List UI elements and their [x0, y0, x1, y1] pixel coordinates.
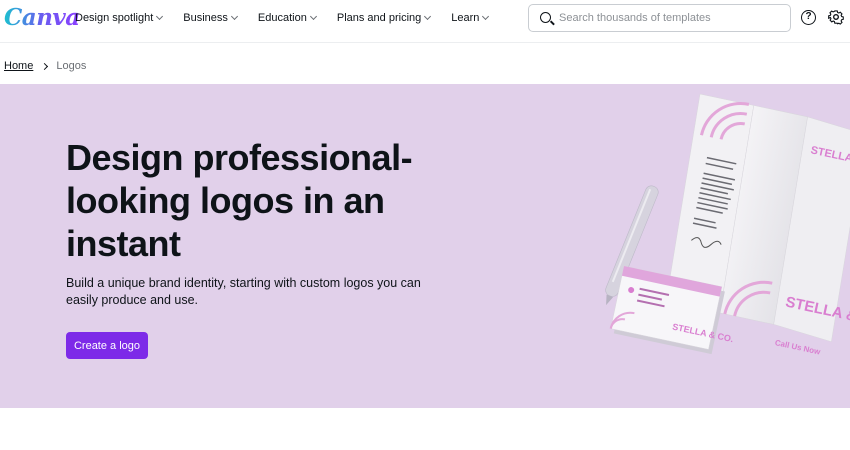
- chevron-down-icon: [482, 12, 490, 21]
- breadcrumb: Home Logos: [4, 60, 86, 72]
- nav-business[interactable]: Business: [183, 12, 238, 24]
- chevron-down-icon: [230, 12, 238, 21]
- hero-subtitle: Build a unique brand identity, starting …: [66, 276, 421, 307]
- brochure-call-text: Call Us Now: [774, 338, 822, 357]
- nav-label: Business: [183, 12, 228, 24]
- help-icon[interactable]: ?: [801, 10, 816, 25]
- main-nav: Design spotlight Business Education Plan…: [75, 0, 509, 36]
- search-input[interactable]: [559, 9, 784, 27]
- chevron-right-icon: [41, 62, 49, 70]
- search-box: [528, 4, 791, 32]
- nav-label: Education: [257, 12, 307, 24]
- chevron-down-icon: [156, 12, 164, 21]
- search-icon: [540, 12, 551, 23]
- nav-label: Plans and pricing: [336, 12, 422, 24]
- create-logo-button[interactable]: Create a logo: [66, 332, 148, 359]
- canva-logo[interactable]: Canva: [4, 4, 80, 31]
- chevron-down-icon: [309, 12, 317, 21]
- header-divider: [0, 42, 850, 43]
- nav-plans-and-pricing[interactable]: Plans and pricing: [336, 12, 432, 24]
- breadcrumb-home-link[interactable]: Home: [4, 60, 33, 72]
- stationery-mockup-image: STELLA & CO. STELLA & CO. Call Us Now ST…: [605, 93, 850, 357]
- gear-icon[interactable]: [828, 9, 844, 25]
- top-header: Canva Design spotlight Business Educatio…: [0, 0, 850, 42]
- hero-banner: Design professional-looking logos in an …: [0, 84, 850, 408]
- breadcrumb-current: Logos: [56, 60, 87, 72]
- nav-learn[interactable]: Learn: [451, 12, 490, 24]
- nav-label: Learn: [451, 12, 480, 24]
- nav-education[interactable]: Education: [257, 12, 317, 24]
- hero-title: Design professional-looking logos in an …: [66, 137, 413, 264]
- nav-label: Design spotlight: [75, 12, 154, 24]
- chevron-down-icon: [424, 12, 432, 21]
- nav-design-spotlight[interactable]: Design spotlight: [75, 12, 164, 24]
